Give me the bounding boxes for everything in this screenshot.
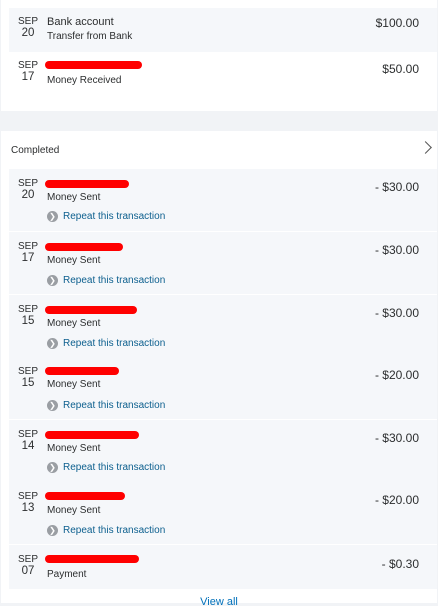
repeat-label: Repeat this transaction [63, 399, 166, 411]
transaction-amount: - $30.00 [374, 180, 419, 194]
repeat-transaction-link[interactable]: ❯ Repeat this transaction [47, 523, 165, 537]
date-day: 14 [21, 440, 35, 452]
transaction-row[interactable]: SEP 13 Money Sent ❯ Repeat this transact… [9, 482, 437, 544]
repeat-icon: ❯ [47, 210, 58, 222]
repeat-icon: ❯ [47, 461, 58, 473]
repeat-transaction-link[interactable]: ❯ Repeat this transaction [47, 398, 165, 412]
repeat-transaction-link[interactable]: ❯ Repeat this transaction [47, 460, 165, 474]
date-day: 17 [21, 252, 35, 264]
transaction-row[interactable]: SEP 20 Money Sent ❯ Repeat this transact… [9, 169, 437, 231]
transaction-date: SEP 14 [17, 429, 39, 452]
redaction-mark [45, 180, 129, 188]
date-month: SEP [17, 241, 38, 252]
transaction-date: SEP 15 [17, 304, 39, 327]
transaction-row[interactable]: SEP 14 Money Sent ❯ Repeat this transact… [9, 420, 437, 482]
transaction-subtitle: Payment [47, 569, 87, 580]
date-day: 15 [21, 377, 35, 389]
pending-transactions-card: SEP 20 Bank account Transfer from Bank $… [1, 0, 437, 111]
completed-transactions-card: Completed SEP 20 Money Sent ❯ Repeat thi… [1, 131, 437, 606]
transaction-amount: - $30.00 [374, 306, 419, 320]
chevron-right-icon[interactable] [419, 141, 432, 154]
transaction-row[interactable]: SEP 15 Money Sent ❯ Repeat this transact… [9, 357, 437, 419]
transaction-row[interactable]: SEP 07 Payment - $0.30 [9, 545, 437, 589]
repeat-label: Repeat this transaction [63, 337, 166, 349]
repeat-label: Repeat this transaction [63, 461, 166, 473]
transaction-amount: - $30.00 [374, 243, 419, 257]
date-day: 13 [21, 502, 35, 514]
transaction-date: SEP 13 [17, 491, 39, 514]
transaction-subtitle: Money Sent [47, 192, 101, 203]
transaction-row[interactable]: SEP 20 Bank account Transfer from Bank $… [9, 8, 437, 52]
transaction-subtitle: Money Sent [47, 443, 101, 454]
transaction-subtitle: Money Sent [47, 379, 101, 390]
date-month: SEP [17, 16, 38, 27]
transaction-subtitle: Money Sent [47, 255, 101, 266]
date-month: SEP [17, 554, 38, 565]
transaction-amount: - $0.30 [381, 557, 419, 571]
repeat-transaction-link[interactable]: ❯ Repeat this transaction [47, 209, 165, 223]
date-month: SEP [17, 304, 38, 315]
repeat-label: Repeat this transaction [63, 274, 166, 286]
repeat-icon: ❯ [47, 337, 58, 349]
repeat-label: Repeat this transaction [63, 524, 166, 536]
view-all-link[interactable]: View all [1, 596, 437, 606]
transaction-title: Bank account [47, 16, 114, 28]
repeat-transaction-link[interactable]: ❯ Repeat this transaction [47, 336, 165, 350]
redaction-mark [45, 61, 142, 69]
date-day: 17 [21, 71, 35, 83]
date-month: SEP [17, 178, 38, 189]
repeat-label: Repeat this transaction [63, 210, 166, 222]
date-day: 15 [21, 315, 35, 327]
transaction-row[interactable]: SEP 17 Money Received $50.00 [9, 52, 437, 102]
repeat-icon: ❯ [47, 274, 58, 286]
transaction-amount: $50.00 [382, 62, 419, 76]
redaction-mark [45, 555, 139, 563]
date-month: SEP [17, 429, 38, 440]
transaction-date: SEP 17 [17, 60, 39, 83]
transaction-date: SEP 20 [17, 178, 39, 201]
transaction-amount: - $20.00 [374, 368, 419, 382]
date-month: SEP [17, 60, 38, 71]
transaction-amount: $100.00 [375, 16, 419, 30]
repeat-icon: ❯ [47, 524, 58, 536]
date-day: 07 [21, 565, 35, 577]
transaction-subtitle: Money Received [47, 75, 122, 86]
redaction-mark [45, 243, 123, 251]
redaction-mark [45, 306, 137, 314]
transaction-amount: - $30.00 [374, 431, 419, 445]
date-month: SEP [17, 366, 38, 377]
redaction-mark [45, 367, 119, 375]
transaction-amount: - $20.00 [374, 493, 419, 507]
repeat-icon: ❯ [47, 399, 58, 411]
transaction-subtitle: Money Sent [47, 505, 101, 516]
redaction-mark [45, 492, 125, 500]
transaction-subtitle: Money Sent [47, 318, 101, 329]
transaction-date: SEP 15 [17, 366, 39, 389]
redaction-mark [45, 431, 139, 439]
date-day: 20 [21, 189, 35, 201]
transaction-date: SEP 07 [17, 554, 39, 577]
transaction-subtitle: Transfer from Bank [47, 31, 133, 42]
transaction-date: SEP 17 [17, 241, 39, 264]
section-title: Completed [11, 145, 60, 156]
date-month: SEP [17, 491, 38, 502]
date-day: 20 [21, 27, 35, 39]
repeat-transaction-link[interactable]: ❯ Repeat this transaction [47, 273, 165, 287]
transaction-row[interactable]: SEP 15 Money Sent ❯ Repeat this transact… [9, 295, 437, 357]
transaction-date: SEP 20 [17, 16, 39, 39]
completed-header[interactable]: Completed [1, 131, 437, 169]
transaction-row[interactable]: SEP 17 Money Sent ❯ Repeat this transact… [9, 232, 437, 294]
